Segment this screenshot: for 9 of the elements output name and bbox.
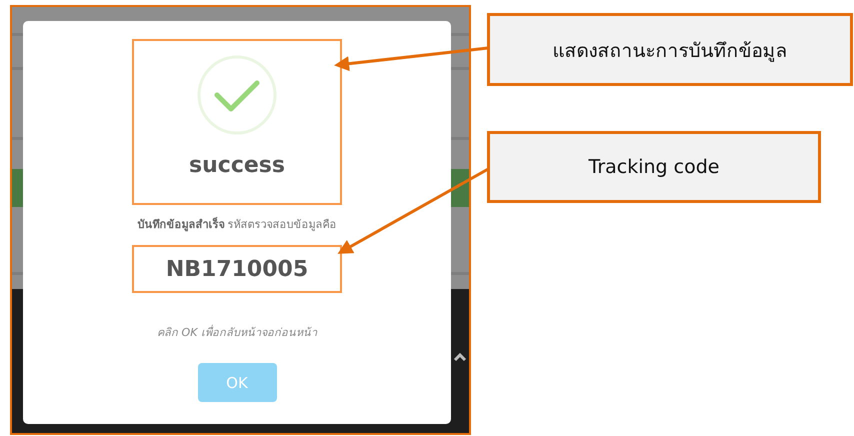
check-circle-icon	[197, 55, 277, 135]
hint-text: คลิก OK เพื่อกลับหน้าจอก่อนหน้า	[157, 324, 317, 341]
tracking-code: NB1710005	[166, 256, 308, 282]
callout-label: Tracking code	[487, 131, 821, 203]
ok-button[interactable]: OK	[198, 363, 276, 402]
chevron-up-icon	[453, 352, 467, 362]
dialog-message: บันทึกข้อมูลสำเร็จ รหัสตรวจสอบข้อมูลคือ	[137, 216, 337, 233]
callout-label: แสดงสถานะการบันทึกข้อมูล	[487, 13, 853, 86]
dialog-title: success	[189, 153, 285, 178]
